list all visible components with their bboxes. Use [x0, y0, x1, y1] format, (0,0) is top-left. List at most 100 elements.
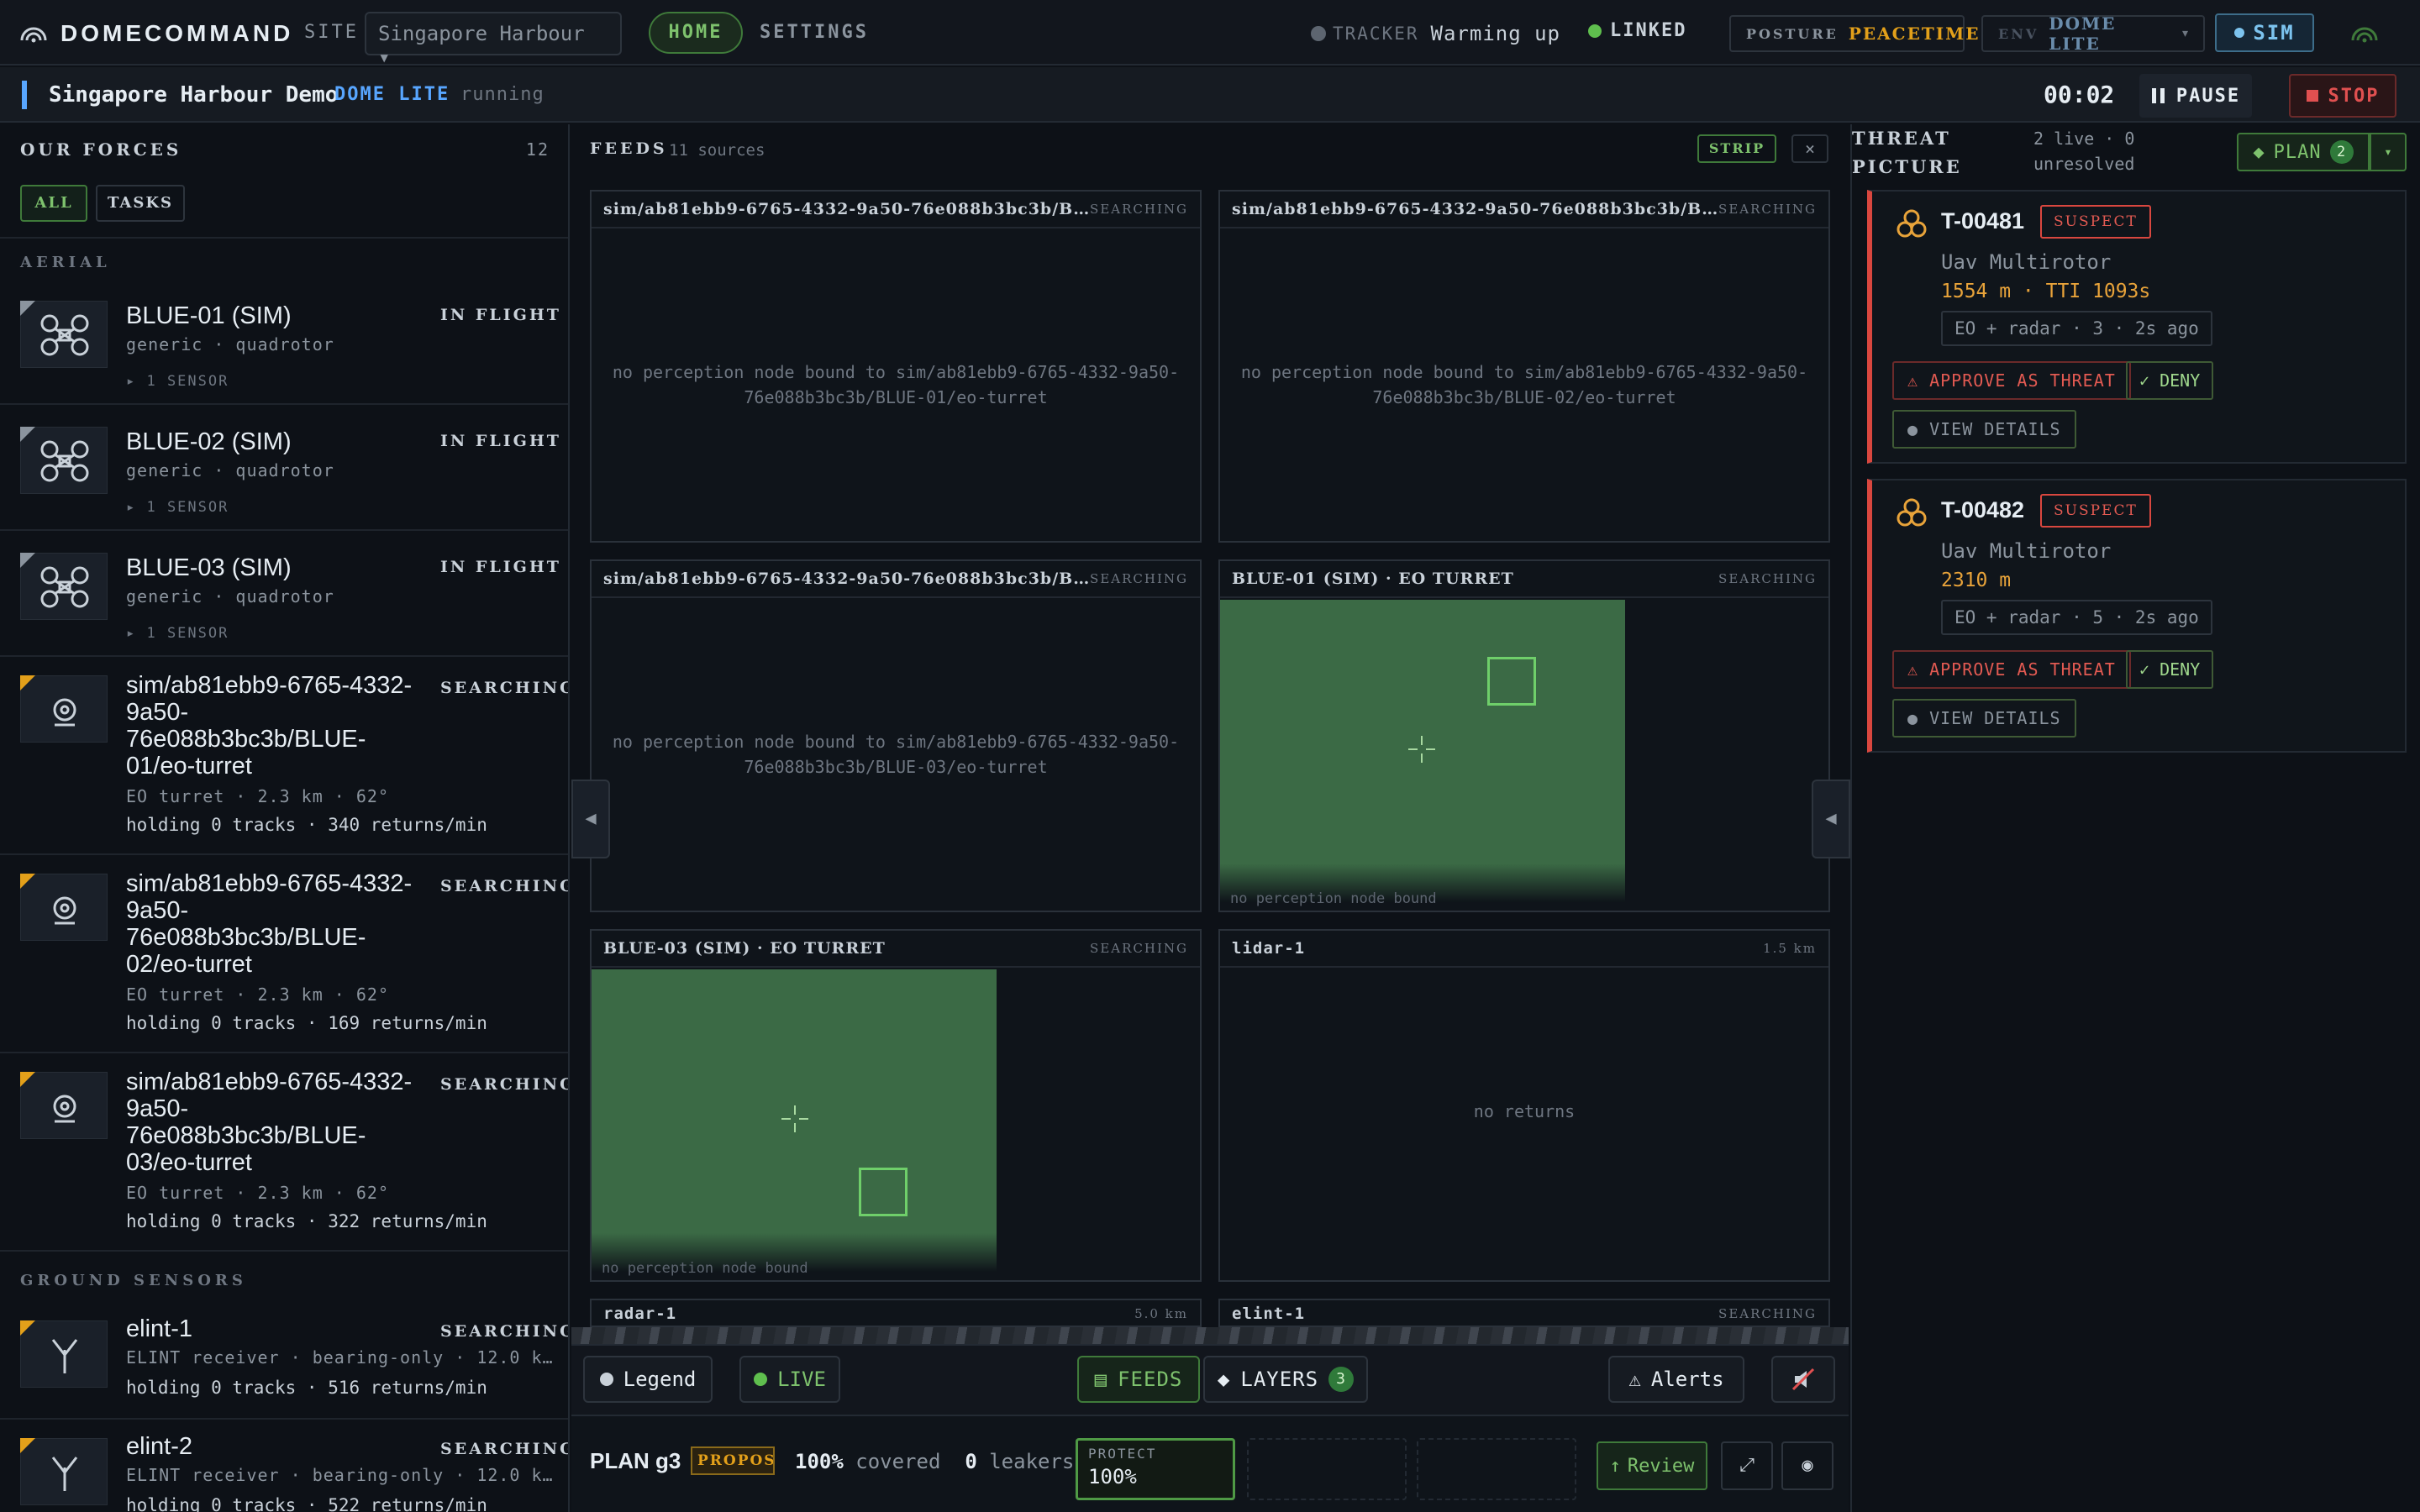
unit-subtitle: EO turret · 2.3 km · 62° — [126, 786, 389, 806]
feeds-title: FEEDS — [590, 139, 668, 158]
feed-tile[interactable]: radar-1 5.0 km — [590, 1299, 1202, 1327]
forces-count: 12 — [525, 139, 550, 160]
alerts-button[interactable]: ⚠ Alerts — [1608, 1356, 1744, 1403]
feed-tile[interactable]: sim/ab81ebb9-6765-4332-9a50-76e088b3bc3b… — [1218, 190, 1830, 543]
sim-toggle[interactable]: SIM — [2215, 13, 2314, 52]
unit-subtitle: EO turret · 2.3 km · 62° — [126, 984, 389, 1005]
collapse-left-button[interactable]: ◀ — [571, 780, 610, 858]
unit-sensors-toggle[interactable]: ▸ 1 SENSOR — [126, 373, 229, 390]
approve-threat-button[interactable]: ⚠ APPROVE AS THREAT — [1892, 650, 2131, 689]
feed-tile[interactable]: elint-1 SEARCHING — [1218, 1299, 1830, 1327]
view-details-button[interactable]: ● VIEW DETAILS — [1892, 410, 2076, 449]
env-select[interactable]: ENV DOME LITE ▾ — [1981, 13, 2205, 54]
layers-count-badge: 3 — [1328, 1367, 1355, 1392]
view-details-button[interactable]: ● VIEW DETAILS — [1892, 699, 2076, 738]
unit-row-aerial[interactable]: BLUE-02 (SIM) IN FLIGHT generic · quadroto… — [0, 405, 568, 531]
unit-holding: holding 0 tracks · 322 returns/min — [126, 1211, 487, 1231]
crosshair-icon — [1408, 736, 1435, 763]
pause-button[interactable]: PAUSE — [2139, 74, 2252, 118]
feed-tile[interactable]: BLUE-01 (SIM) · EO TURRET SEARCHING no pe… — [1218, 559, 1830, 912]
alerts-label: Alerts — [1650, 1368, 1724, 1391]
plan-status-badge: PROPOSED — [691, 1446, 775, 1475]
layers-button[interactable]: ◆ LAYERS 3 — [1203, 1356, 1368, 1403]
chevron-down-icon[interactable]: ▾ — [2370, 133, 2407, 171]
threat-class: Uav Multirotor — [1941, 539, 2112, 563]
unit-name-line: 9a50- — [126, 699, 189, 726]
approve-threat-button[interactable]: ⚠ APPROVE AS THREAT — [1892, 361, 2131, 400]
legend-button[interactable]: Legend — [583, 1356, 713, 1403]
unit-row-turret[interactable]: sim/ab81ebb9-6765-4332- 9a50- 76e088b3bc3b… — [0, 855, 568, 1053]
unit-row-ground[interactable]: elint-2 SEARCHING ELINT receiver · bearing… — [0, 1420, 568, 1512]
forces-panel: OUR FORCES 12 ALL TASKS AERIAL BLUE-01 (… — [0, 124, 570, 1512]
plan-button[interactable]: ◆ PLAN 2 — [2237, 133, 2370, 171]
brand-name: DOMECOMMAND — [60, 20, 294, 46]
threat-state-badge: SUSPECT — [2040, 205, 2151, 239]
unit-sensors-toggle[interactable]: ▸ 1 SENSOR — [126, 499, 229, 516]
empty-slot — [1417, 1438, 1576, 1500]
feed-tile[interactable]: sim/ab81ebb9-6765-4332-9a50-76e088b3bc3b… — [590, 559, 1202, 912]
feed-tile[interactable]: sim/ab81ebb9-6765-4332-9a50-76e088b3bc3b… — [590, 190, 1202, 543]
deny-button[interactable]: ✓ DENY — [2126, 361, 2214, 400]
unit-row-turret[interactable]: sim/ab81ebb9-6765-4332- 9a50- 76e088b3bc3b… — [0, 1053, 568, 1252]
unit-name-line: sim/ab81ebb9-6765-4332- — [126, 870, 413, 897]
deny-button[interactable]: ✓ DENY — [2126, 650, 2214, 689]
mute-button[interactable] — [1771, 1356, 1835, 1403]
threat-card[interactable]: T-00482 SUSPECT Uav Multirotor 2310 m EO… — [1867, 479, 2407, 753]
empty-slot — [1247, 1438, 1407, 1500]
threat-id: T-00482 — [1941, 497, 2025, 522]
unit-row-aerial[interactable]: BLUE-03 (SIM) IN FLIGHT generic · quadroto… — [0, 531, 568, 657]
feed-header: BLUE-01 (SIM) · EO TURRET SEARCHING — [1220, 561, 1828, 598]
strip-button[interactable]: STRIP — [1697, 134, 1776, 163]
feeds-button[interactable]: ▤ FEEDS — [1077, 1356, 1200, 1403]
unit-sensors-toggle[interactable]: ▸ 1 SENSOR — [126, 625, 229, 642]
stop-button[interactable]: STOP — [2289, 74, 2396, 118]
posture-value: PEACETIME — [1848, 24, 1981, 44]
tab-all[interactable]: ALL — [20, 185, 87, 222]
unit-corner-marker — [20, 553, 35, 568]
posture-indicator[interactable]: POSTURE PEACETIME — [1729, 15, 1978, 52]
brand[interactable]: DOMECOMMAND — [18, 18, 293, 49]
feed-tile[interactable]: BLUE-03 (SIM) · EO TURRET SEARCHING no pe… — [590, 929, 1202, 1282]
feed-footer: no perception node bound — [1230, 890, 1437, 907]
unit-status: IN FLIGHT — [440, 558, 561, 576]
unit-name: BLUE-02 (SIM) — [126, 428, 292, 455]
live-button[interactable]: LIVE — [739, 1356, 840, 1403]
env-value: DOME LITE — [2049, 13, 2117, 54]
muted-speaker-icon — [1791, 1368, 1815, 1391]
site-select[interactable]: Singapore Harbour ▾ — [365, 12, 622, 69]
tab-tasks[interactable]: TASKS — [96, 185, 185, 222]
posture-label: POSTURE — [1746, 25, 1839, 42]
close-icon[interactable]: × — [1791, 134, 1828, 163]
feed-header: radar-1 5.0 km — [592, 1300, 1200, 1327]
unit-subtitle: generic · quadrotor — [126, 460, 334, 480]
unit-corner-marker — [20, 1072, 35, 1087]
forces-title: OUR FORCES — [20, 139, 182, 160]
threat-distance: 1554 m · TTI 1093s — [1941, 281, 2151, 302]
unit-status: IN FLIGHT — [440, 306, 561, 324]
unit-subtitle: generic · quadrotor — [126, 334, 334, 354]
expand-icon[interactable]: ⤢ — [1721, 1441, 1773, 1490]
unit-row-ground[interactable]: elint-1 SEARCHING ELINT receiver · bearing… — [0, 1302, 568, 1420]
unit-row-turret[interactable]: sim/ab81ebb9-6765-4332- 9a50- 76e088b3bc3b… — [0, 657, 568, 855]
review-button[interactable]: ↑ Review — [1597, 1441, 1707, 1490]
feed-message: no returns — [1473, 1101, 1576, 1121]
feed-status: SEARCHING — [1090, 571, 1188, 586]
target-icon[interactable]: ◉ — [1781, 1441, 1833, 1490]
feed-message: no perception node bound to sim/ab81ebb9… — [1240, 362, 1808, 407]
protect-card[interactable]: PROTECT 100% — [1076, 1438, 1235, 1500]
unit-name: elint-2 — [126, 1433, 192, 1460]
unit-row-aerial[interactable]: BLUE-01 (SIM) IN FLIGHT generic · quadroto… — [0, 279, 568, 405]
unit-status: IN FLIGHT — [440, 432, 561, 450]
collapse-right-button[interactable]: ◀ — [1812, 780, 1850, 858]
feed-title: radar-1 — [603, 1305, 677, 1323]
feed-status: 1.5 km — [1763, 941, 1817, 956]
threat-card[interactable]: T-00481 SUSPECT Uav Multirotor 1554 m · … — [1867, 190, 2407, 464]
nav-settings[interactable]: SETTINGS — [760, 22, 869, 43]
nav-home[interactable]: HOME — [649, 12, 743, 54]
feed-tile[interactable]: lidar-1 1.5 km no returns — [1218, 929, 1830, 1282]
feed-header: BLUE-03 (SIM) · EO TURRET SEARCHING — [592, 931, 1200, 968]
signal-icon[interactable] — [2349, 20, 2380, 45]
arrow-up-icon: ↑ — [1609, 1455, 1621, 1477]
feed-message: no perception node bound to sim/ab81ebb9… — [612, 732, 1180, 777]
plan-stats: 100% covered 0 leakers — [795, 1450, 1074, 1473]
